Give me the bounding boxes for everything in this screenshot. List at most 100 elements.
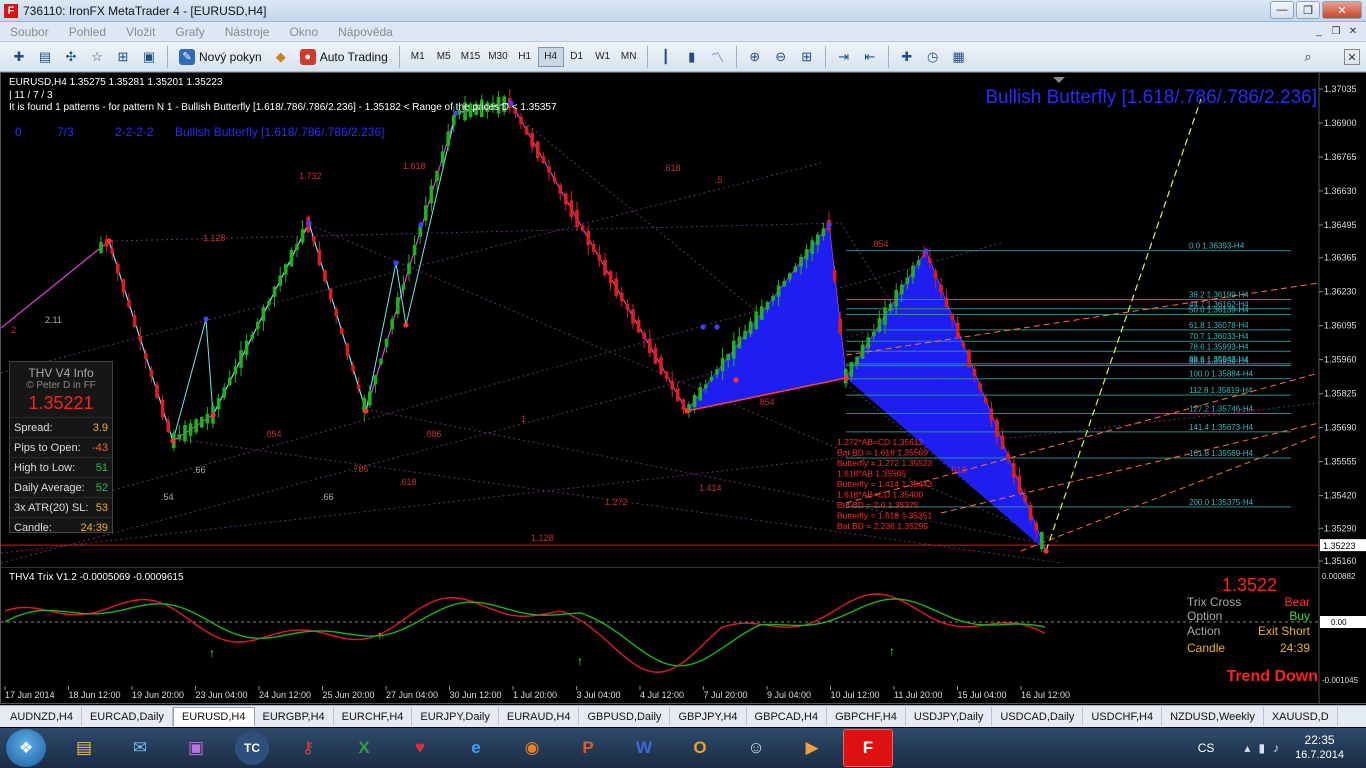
heart-app-icon[interactable]: ♥: [395, 729, 445, 767]
pattern-ratio-label: .886: [424, 429, 442, 439]
chart-header: EURUSD,H4 1.35275 1.35281 1.35201 1.3522…: [9, 77, 223, 88]
price-chart[interactable]: 1.37035 1.36900 1.36765 1.36630 1.36495 1.363…: [1, 73, 1366, 567]
templates-icon[interactable]: ▦: [948, 46, 970, 68]
chart-tab[interactable]: EURAUD,H4: [499, 707, 580, 726]
chart-tab[interactable]: GBPCAD,H4: [747, 707, 828, 726]
media-player-icon[interactable]: ▶: [787, 729, 837, 767]
timeframe-h1[interactable]: H1: [512, 47, 538, 67]
candle-body: [608, 271, 613, 284]
chart-tab[interactable]: XAUUSD,D: [1264, 707, 1338, 726]
chart-tab[interactable]: USDCHF,H4: [1083, 707, 1163, 726]
search-icon[interactable]: ⌕: [1290, 46, 1326, 68]
internet-explorer-icon[interactable]: e: [451, 729, 501, 767]
volume-icon[interactable]: ♪: [1273, 741, 1279, 755]
menu-help[interactable]: Nápověda: [328, 25, 403, 39]
candle-body: [911, 265, 915, 278]
chart-tab[interactable]: EURGBP,H4: [255, 707, 334, 726]
tray-expand-icon[interactable]: ▴: [1244, 741, 1250, 755]
indicators-icon[interactable]: ✚: [896, 46, 918, 68]
candle-body: [188, 423, 193, 436]
chart-tab[interactable]: EURJPY,Daily: [412, 707, 499, 726]
expert-advisor-icon[interactable]: ◆: [270, 46, 292, 68]
chart-tab[interactable]: AUDNZD,H4: [2, 707, 82, 726]
trix-main-line: [4, 593, 1046, 673]
market-watch-icon[interactable]: ✣: [60, 46, 82, 68]
firefox-icon[interactable]: ◉: [507, 729, 557, 767]
word-icon[interactable]: W: [619, 729, 669, 767]
data-window-icon[interactable]: ☆: [86, 46, 108, 68]
timeframe-w1[interactable]: W1: [590, 47, 616, 67]
mdi-close-icon[interactable]: ✕: [1346, 24, 1360, 38]
excel-icon[interactable]: X: [339, 729, 389, 767]
chart-tab[interactable]: EURCHF,H4: [334, 707, 413, 726]
pattern-ratio-label: 2.11: [45, 315, 62, 325]
menu-view[interactable]: Pohled: [59, 25, 116, 39]
menu-insert[interactable]: Vložit: [116, 25, 165, 39]
zoom-in-icon[interactable]: ⊕: [744, 46, 766, 68]
timeframe-m15[interactable]: M15: [457, 47, 484, 67]
navigator-icon[interactable]: ⊞: [112, 46, 134, 68]
timeframe-h4[interactable]: H4: [537, 46, 564, 67]
network-icon[interactable]: ▮: [1258, 741, 1265, 755]
chart-shift-icon[interactable]: ⇤: [859, 46, 881, 68]
candle-body: [373, 375, 378, 385]
mail-icon[interactable]: ✉: [115, 729, 165, 767]
agent-icon[interactable]: ☺: [731, 729, 781, 767]
chart-tab[interactable]: GBPJPY,H4: [670, 707, 747, 726]
candlestick-icon[interactable]: ▮: [681, 46, 703, 68]
chart-tab[interactable]: GBPUSD,Daily: [579, 707, 671, 726]
mdi-restore-icon[interactable]: ❐: [1329, 24, 1343, 38]
candle-body: [603, 259, 607, 276]
swing-point-dot: [363, 408, 369, 414]
metatrader-taskbar-icon[interactable]: F: [843, 729, 893, 767]
timeframe-m1[interactable]: M1: [405, 47, 431, 67]
menu-charts[interactable]: Grafy: [165, 25, 214, 39]
timeframe-mn[interactable]: MN: [616, 47, 642, 67]
language-indicator[interactable]: CS: [1198, 741, 1215, 755]
timeframe-m30[interactable]: M30: [484, 47, 511, 67]
total-commander-icon[interactable]: TC: [235, 731, 269, 765]
chart-tab[interactable]: NZDUSD,Weekly: [1162, 707, 1264, 726]
chart-tab[interactable]: USDJPY,Daily: [906, 707, 993, 726]
menu-tools[interactable]: Nástroje: [215, 25, 280, 39]
new-chart-icon[interactable]: ✚: [8, 46, 30, 68]
line-chart-icon[interactable]: 〽: [707, 46, 729, 68]
pattern-title: Bullish Butterfly [1.618/.786/.786/2.236…: [985, 87, 1317, 108]
periods-icon[interactable]: ◷: [922, 46, 944, 68]
auto-trading-button[interactable]: ● Auto Trading: [294, 46, 394, 68]
menu-window[interactable]: Okno: [279, 25, 328, 39]
tile-windows-icon[interactable]: ⊞: [796, 46, 818, 68]
chart-tab[interactable]: EURUSD,H4: [172, 707, 255, 726]
new-order-button[interactable]: ✎ Nový pokyn: [173, 46, 268, 68]
outlook-icon[interactable]: O: [675, 729, 725, 767]
minimize-button[interactable]: —: [1270, 1, 1294, 19]
terminal-icon[interactable]: ▣: [138, 46, 160, 68]
zoom-out-icon[interactable]: ⊖: [770, 46, 792, 68]
chart-tab[interactable]: EURCAD,Daily: [82, 707, 173, 726]
autoscroll-icon[interactable]: ⇥: [833, 46, 855, 68]
chart-tab[interactable]: GBPCHF,H4: [827, 707, 906, 726]
floppy-icon[interactable]: ▣: [171, 729, 221, 767]
close-button[interactable]: ✕: [1322, 1, 1362, 19]
start-button[interactable]: ❖: [6, 729, 46, 767]
candle-body: [351, 365, 355, 371]
pattern-ratio-label: .618: [399, 477, 417, 487]
explorer-icon[interactable]: ▤: [59, 729, 109, 767]
chart-window[interactable]: 1.37035 1.36900 1.36765 1.36630 1.36495 1.363…: [0, 72, 1366, 704]
clock[interactable]: 22:35 16.7.2014: [1295, 733, 1344, 763]
swing-point-dot: [843, 375, 849, 381]
maximize-button[interactable]: ❐: [1296, 1, 1320, 19]
access-icon[interactable]: ⚷: [283, 729, 333, 767]
candle-body: [205, 413, 210, 424]
toolbar-close-icon[interactable]: ✕: [1344, 49, 1360, 65]
menu-file[interactable]: Soubor: [0, 25, 59, 39]
mdi-minimize-icon[interactable]: _: [1312, 24, 1326, 38]
chart-tab[interactable]: USDCAD,Daily: [992, 707, 1084, 726]
powerpoint-icon[interactable]: P: [563, 729, 613, 767]
timeframe-m5[interactable]: M5: [431, 47, 457, 67]
timeframe-d1[interactable]: D1: [564, 47, 590, 67]
profiles-icon[interactable]: ▤: [34, 46, 56, 68]
trix-indicator-panel[interactable]: THV4 Trix V1.2 -0.0005069 -0.0009615 0.00…: [1, 567, 1366, 703]
bar-chart-icon[interactable]: ┃: [655, 46, 677, 68]
candle-body: [676, 388, 680, 402]
